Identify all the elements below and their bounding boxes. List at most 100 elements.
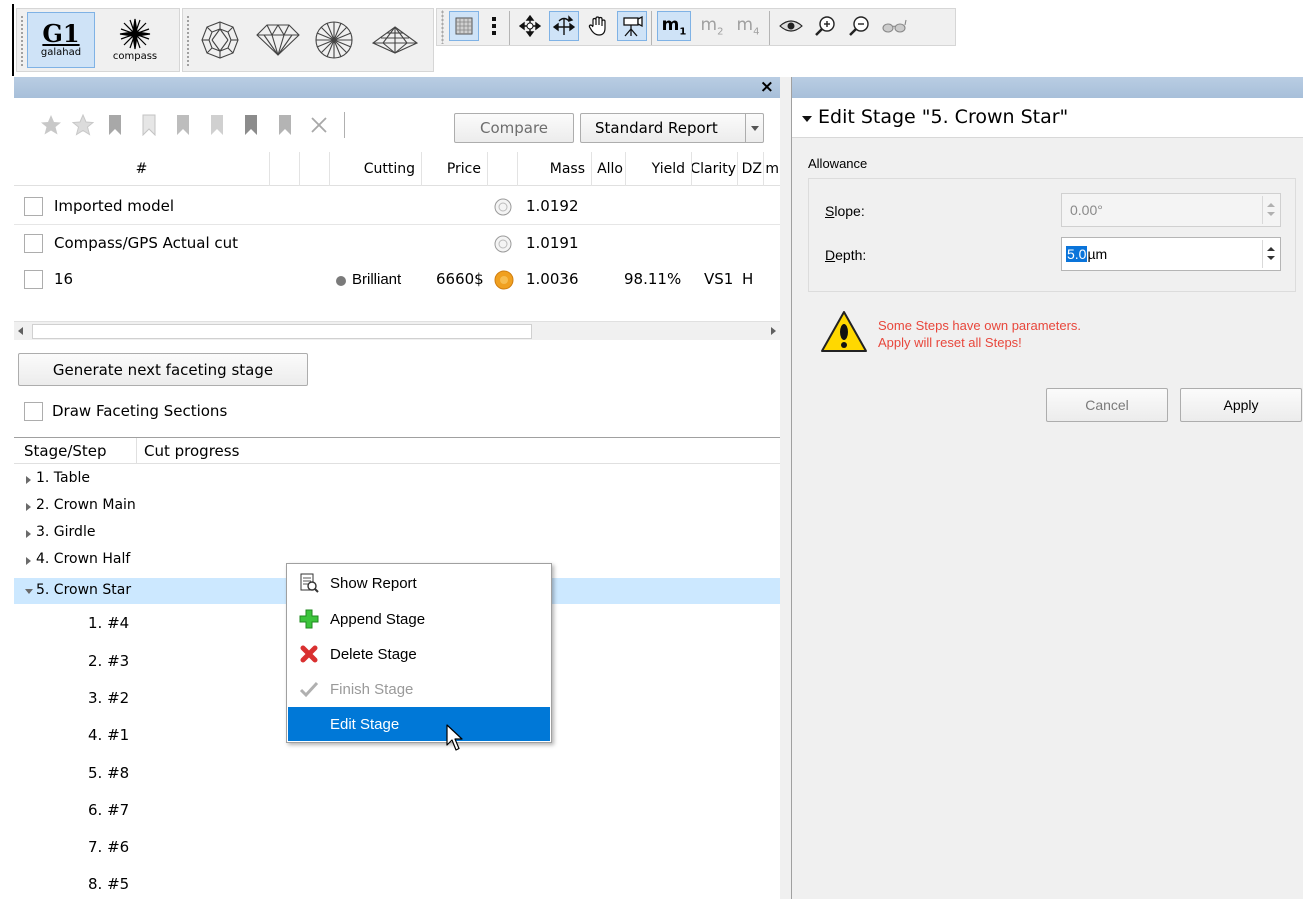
rotate-arrows-icon — [553, 15, 575, 35]
table-row[interactable]: Imported model 1.0192 — [14, 189, 780, 225]
spin-down-icon[interactable] — [1267, 212, 1275, 216]
view-eye-button[interactable] — [775, 11, 807, 41]
table-row[interactable]: 16 Brilliant 6660$ 1.0036 98.11% VS1 H — [14, 262, 780, 298]
tree-item-stage[interactable]: 3. Girdle — [14, 522, 780, 546]
col-header-dz[interactable]: DZ — [738, 152, 764, 186]
bookmark-light-icon[interactable] — [208, 114, 226, 136]
row-checkbox[interactable] — [24, 270, 43, 289]
grid-toggle-button[interactable] — [449, 11, 479, 41]
tree-item-step[interactable]: 3. #2 — [88, 689, 129, 707]
tree-item-step[interactable]: 6. #7 — [88, 801, 129, 819]
expand-arrow-icon[interactable] — [26, 557, 31, 565]
chevron-down-icon[interactable] — [745, 114, 763, 142]
col-header-blank-2 — [300, 152, 330, 186]
col-header-cutting[interactable]: Cutting — [330, 152, 422, 186]
menu-item-append-stage[interactable]: Append Stage — [288, 602, 550, 636]
bookmark-dark-icon[interactable] — [242, 114, 260, 136]
grid-icon — [455, 17, 473, 35]
tree-item-stage[interactable]: 1. Table — [14, 468, 780, 492]
scroll-left-arrow-icon[interactable] — [18, 327, 23, 335]
mode-m2-button[interactable]: m2 — [695, 11, 729, 41]
table-row[interactable]: Compass/GPS Actual cut 1.0191 — [14, 226, 780, 262]
rotate-move-button[interactable] — [549, 11, 579, 41]
side-view-button[interactable] — [253, 17, 303, 63]
compare-button[interactable]: Compare — [454, 113, 574, 143]
collapse-arrow-icon[interactable] — [25, 589, 33, 594]
mode-m1-button[interactable]: m1 — [657, 11, 691, 41]
row-checkbox[interactable] — [24, 197, 43, 216]
menu-item-delete-stage[interactable]: Delete Stage — [288, 637, 550, 671]
bottom-view-button[interactable] — [311, 17, 357, 63]
round-top-view-button[interactable] — [197, 17, 243, 63]
col-header-yield[interactable]: Yield — [626, 152, 692, 186]
tree-item-step[interactable]: 8. #5 — [88, 875, 129, 893]
collapse-arrow-icon[interactable] — [802, 116, 812, 122]
edit-stage-header[interactable]: Edit Stage "5. Crown Star" — [792, 98, 1303, 138]
slope-spinner[interactable] — [1262, 196, 1278, 224]
report-select[interactable]: Standard Report — [580, 113, 764, 143]
cancel-button[interactable]: Cancel — [1046, 388, 1168, 422]
bookmark-icon[interactable] — [106, 114, 124, 136]
tree-item-step[interactable]: 2. #3 — [88, 652, 129, 670]
warning-icon — [821, 311, 867, 352]
compass-button[interactable]: compass — [101, 12, 169, 68]
tree-header-stage[interactable]: Stage/Step — [24, 442, 107, 460]
tree-item-step[interactable]: 4. #1 — [88, 726, 129, 744]
spin-up-icon[interactable] — [1267, 247, 1275, 251]
zoom-out-button[interactable] — [843, 11, 875, 41]
expand-arrow-icon[interactable] — [26, 503, 31, 511]
col-header-allowance[interactable]: Allo — [592, 152, 626, 186]
bookmark-medium-icon[interactable] — [276, 114, 294, 136]
menu-item-label: Edit Stage — [330, 715, 400, 733]
tree-item-step[interactable]: 7. #6 — [88, 838, 129, 856]
glasses-button[interactable] — [877, 11, 911, 41]
pan-hand-button[interactable] — [583, 11, 613, 41]
star-icon[interactable] — [40, 114, 62, 136]
move-button[interactable] — [515, 11, 545, 41]
bookmark-outline-icon[interactable] — [140, 114, 158, 136]
expand-arrow-icon[interactable] — [26, 476, 31, 484]
depth-spinner[interactable] — [1262, 240, 1278, 268]
tree-item-step[interactable]: 5. #8 — [88, 764, 129, 782]
vertical-dots-button[interactable] — [483, 11, 505, 41]
col-header-mass[interactable]: Mass — [518, 152, 592, 186]
expand-arrow-icon[interactable] — [26, 530, 31, 538]
tree-item-stage[interactable]: 2. Crown Main — [14, 495, 780, 519]
remove-icon[interactable] — [310, 116, 328, 134]
col-header-m[interactable]: m — [764, 152, 780, 186]
bookmark-gray-icon[interactable] — [174, 114, 192, 136]
row-cutting: Brilliant — [352, 271, 402, 288]
tree-item-step[interactable]: 1. #4 — [88, 614, 129, 632]
panel-close-button[interactable]: × — [760, 77, 774, 97]
slope-label: Slope: — [825, 203, 865, 219]
red-x-icon — [300, 645, 318, 663]
perspective-view-button[interactable] — [369, 17, 421, 63]
slope-input[interactable]: 0.00° — [1061, 193, 1281, 227]
tree-header-progress[interactable]: Cut progress — [144, 442, 239, 460]
generate-stage-button[interactable]: Generate next faceting stage — [18, 353, 308, 386]
mode-m4-button[interactable]: m4 — [731, 11, 765, 41]
menu-item-label: Delete Stage — [330, 645, 417, 663]
row-color: H — [742, 270, 754, 288]
menu-item-show-report[interactable]: Show Report — [288, 566, 550, 600]
draw-sections-checkbox[interactable] — [24, 402, 43, 421]
camera-tripod-icon — [623, 15, 643, 37]
main-toolbar: G1 galahad compass m1 m2 m4 — [0, 0, 1303, 76]
col-header-clarity[interactable]: Clarity — [692, 152, 738, 186]
scroll-right-arrow-icon[interactable] — [771, 327, 776, 335]
scrollbar-thumb[interactable] — [32, 324, 532, 339]
star-outline-icon[interactable] — [72, 114, 94, 136]
stage-label: 4. Crown Half — [36, 551, 131, 567]
apply-button[interactable]: Apply — [1180, 388, 1302, 422]
col-header-number[interactable]: # — [14, 152, 270, 186]
spin-up-icon[interactable] — [1267, 203, 1275, 207]
col-header-price[interactable]: Price — [422, 152, 488, 186]
depth-input[interactable]: 5.0µm — [1061, 237, 1281, 271]
galahad-button[interactable]: G1 galahad — [27, 12, 95, 68]
table-horizontal-scrollbar[interactable] — [14, 321, 780, 340]
camera-view-button[interactable] — [617, 11, 647, 41]
row-checkbox[interactable] — [24, 234, 43, 253]
spin-down-icon[interactable] — [1267, 256, 1275, 260]
zoom-in-button[interactable] — [809, 11, 841, 41]
menu-item-edit-stage[interactable]: Edit Stage — [288, 707, 550, 741]
